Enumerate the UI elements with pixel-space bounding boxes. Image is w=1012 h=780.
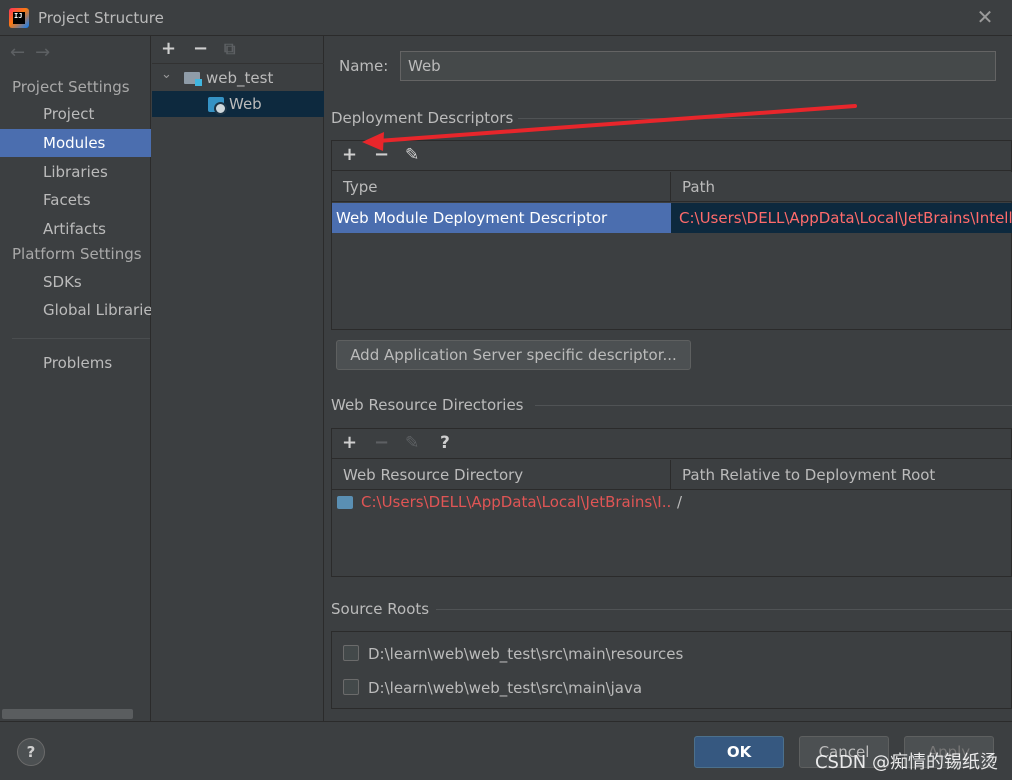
group-separator <box>436 609 1012 610</box>
sidebar-item-project[interactable]: Project <box>0 100 151 128</box>
remove-icon[interactable]: − <box>374 433 389 453</box>
add-icon[interactable]: + <box>342 145 357 165</box>
section-platform-settings: Platform Settings <box>12 245 142 263</box>
sidebar-item-problems[interactable]: Problems <box>0 349 151 377</box>
tree-node-web-test[interactable]: ⌄ web_test <box>152 65 324 91</box>
add-icon[interactable]: + <box>161 39 176 59</box>
remove-icon[interactable]: − <box>374 145 389 165</box>
navigation-arrows: ←→ <box>10 42 60 63</box>
source-roots-panel: D:\learn\web\web_test\src\main\resources… <box>331 631 1012 709</box>
deployment-descriptors-title: Deployment Descriptors <box>331 109 514 127</box>
column-header-web-resource-directory[interactable]: Web Resource Directory <box>332 460 671 490</box>
sidebar-item-artifacts[interactable]: Artifacts <box>0 215 151 243</box>
remove-icon[interactable]: − <box>193 39 208 59</box>
back-arrow-icon[interactable]: ← <box>10 42 35 63</box>
sidebar-item-facets[interactable]: Facets <box>0 186 151 214</box>
add-server-descriptor-button[interactable]: Add Application Server specific descript… <box>336 340 691 370</box>
table-cell-relative-path[interactable]: / <box>673 490 1012 514</box>
web-folder-icon <box>337 496 353 509</box>
sidebar-horizontal-scrollbar[interactable] <box>2 709 133 719</box>
column-header-relative-path[interactable]: Path Relative to Deployment Root <box>671 460 1012 490</box>
sidebar-item-sdks[interactable]: SDKs <box>0 268 151 296</box>
source-root-checkbox[interactable] <box>343 645 359 661</box>
group-separator <box>535 405 1012 406</box>
name-label: Name: <box>339 57 389 75</box>
column-header-type[interactable]: Type <box>332 172 671 202</box>
tree-toolbar: + − ⧉ <box>152 36 324 64</box>
window-title: Project Structure <box>38 9 164 27</box>
deployment-table: Type Path Web Module Deployment Descript… <box>332 172 1012 329</box>
web-facet-icon <box>208 97 227 115</box>
group-separator <box>518 118 1012 119</box>
sidebar-item-modules[interactable]: Modules <box>0 129 151 157</box>
web-resource-toolbar: + − ✎ ? <box>332 429 1011 459</box>
source-root-checkbox[interactable] <box>343 679 359 695</box>
intellij-logo-icon: IJ <box>9 8 29 28</box>
section-project-settings: Project Settings <box>12 78 130 96</box>
forward-arrow-icon[interactable]: → <box>35 42 60 63</box>
title-bar: IJ Project Structure ✕ <box>0 0 1012 36</box>
copy-icon[interactable]: ⧉ <box>224 39 235 59</box>
name-field[interactable]: Web <box>400 51 996 81</box>
tree-node-label: Web <box>229 95 262 113</box>
table-cell-path[interactable]: C:\Users\DELL\AppData\Local\JetBrains\In… <box>671 203 1012 233</box>
table-cell-type[interactable]: Web Module Deployment Descriptor <box>332 203 671 233</box>
tree-node-web[interactable]: Web <box>152 91 324 117</box>
sidebar-item-global-libraries[interactable]: Global Libraries <box>0 296 151 324</box>
chevron-down-icon[interactable]: ⌄ <box>161 62 172 88</box>
ok-button[interactable]: OK <box>694 736 784 768</box>
settings-sidebar: ←→ Project Settings Project Modules Libr… <box>0 36 151 721</box>
source-root-path: D:\learn\web\web_test\src\main\resources <box>368 645 684 663</box>
source-roots-title: Source Roots <box>331 600 430 618</box>
web-resource-directories-title: Web Resource Directories <box>331 396 524 414</box>
close-icon[interactable]: ✕ <box>974 6 996 28</box>
help-button[interactable]: ? <box>17 738 45 766</box>
help-icon[interactable]: ? <box>440 433 450 453</box>
tree-node-label: web_test <box>206 69 274 87</box>
column-header-path[interactable]: Path <box>671 172 1012 202</box>
add-icon[interactable]: + <box>342 433 357 453</box>
module-folder-icon <box>184 72 202 86</box>
dialog-footer: ? OK Cancel Apply CSDN @痴情的锡纸烫 <box>0 721 1012 780</box>
sidebar-divider <box>12 338 150 339</box>
web-resource-table: Web Resource Directory Path Relative to … <box>332 460 1012 576</box>
csdn-watermark: CSDN @痴情的锡纸烫 <box>814 752 998 773</box>
edit-pencil-icon[interactable]: ✎ <box>405 145 419 165</box>
module-tree-pane: + − ⧉ ⌄ web_test Web <box>152 36 324 721</box>
deployment-descriptors-panel: + − ✎ Type Path Web Module Deployment De… <box>331 140 1012 330</box>
deployment-toolbar: + − ✎ <box>332 141 1011 171</box>
facet-settings-panel: Name: Web Deployment Descriptors + − ✎ T… <box>325 36 1012 721</box>
table-cell-directory[interactable]: C:\Users\DELL\AppData\Local\JetBrains\I.… <box>357 490 671 514</box>
source-root-path: D:\learn\web\web_test\src\main\java <box>368 679 643 697</box>
web-resource-panel: + − ✎ ? Web Resource Directory Path Rela… <box>331 428 1012 577</box>
edit-pencil-icon[interactable]: ✎ <box>405 433 419 453</box>
sidebar-item-libraries[interactable]: Libraries <box>0 158 151 186</box>
